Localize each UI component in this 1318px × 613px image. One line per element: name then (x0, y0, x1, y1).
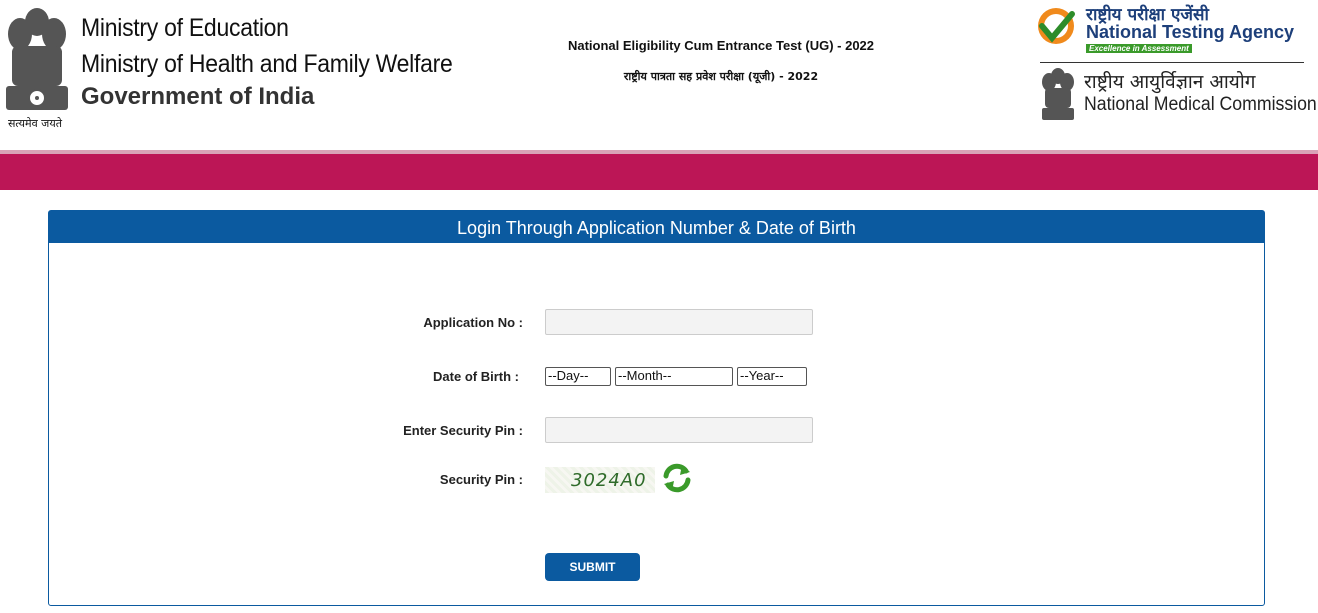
ministry-line-3: Government of India (81, 83, 315, 110)
submit-button[interactable]: SUBMIT (545, 553, 640, 581)
page-header: सत्यमेव जयते Ministry of Education Minis… (0, 0, 1318, 150)
nmc-name: National Medical Commission (1084, 94, 1317, 115)
application-no-label: Application No : (423, 315, 523, 330)
ministry-line-1: Ministry of Education (81, 14, 289, 42)
security-pin-label: Security Pin : (439, 472, 523, 487)
dob-label: Date of Birth : (433, 369, 519, 384)
nmc-name-hindi: राष्ट्रीय आयुर्विज्ञान आयोग (1084, 71, 1256, 93)
ministry-line-2: Ministry of Health and Family Welfare (81, 50, 453, 78)
security-pin-input[interactable] (545, 417, 813, 443)
ministry-block: Ministry of Education Ministry of Health… (81, 10, 485, 112)
dob-month-value: --Month-- (618, 368, 672, 383)
dob-year-select[interactable]: --Year-- (737, 367, 807, 386)
application-no-input[interactable] (545, 309, 813, 335)
captcha-text: 3024A0 (571, 470, 647, 491)
dob-year-value: --Year-- (740, 368, 784, 383)
enter-security-pin-label: Enter Security Pin : (403, 423, 523, 438)
dob-day-value: --Day-- (548, 368, 589, 383)
dob-day-select[interactable]: --Day-- (545, 367, 611, 386)
exam-title-hindi: राष्ट्रीय पात्रता सह प्रवेश परीक्षा (यूज… (623, 70, 819, 83)
exam-title: National Eligibility Cum Entrance Test (… (567, 38, 875, 53)
header-divider (1040, 62, 1304, 63)
nta-logo-icon (1038, 8, 1075, 44)
nta-tagline: Excellence in Assessment (1086, 44, 1192, 53)
dob-month-select[interactable]: --Month-- (615, 367, 733, 386)
nta-name: National Testing Agency (1086, 22, 1295, 42)
emblem-caption: सत्यमेव जयते (7, 117, 62, 130)
nmc-emblem-icon (1042, 68, 1074, 120)
national-emblem-icon (6, 8, 68, 110)
captcha-image: 3024A0 (545, 467, 655, 493)
login-card-title: Login Through Application Number & Date … (49, 211, 1264, 243)
login-card: Login Through Application Number & Date … (48, 210, 1265, 606)
header-band (0, 150, 1318, 190)
refresh-icon[interactable] (661, 462, 693, 494)
